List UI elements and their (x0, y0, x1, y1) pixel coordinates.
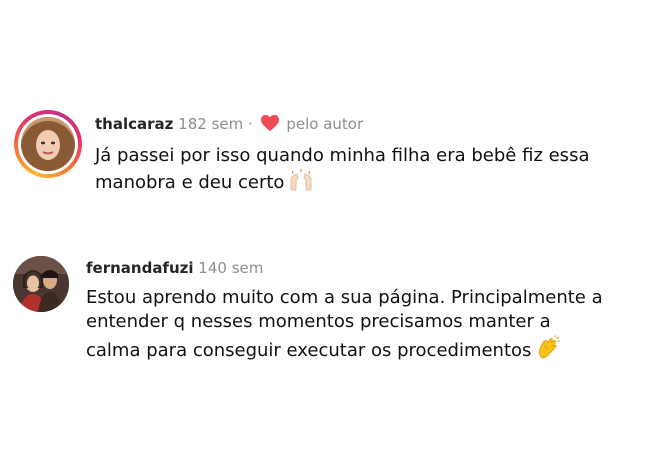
heart-icon (260, 114, 280, 137)
liked-by-author-label: pelo autor (286, 115, 364, 133)
comment-text-line: manobra e deu certo (95, 172, 285, 193)
comment-text-line-with-emoji: calma para conseguir executar os procedi… (86, 334, 656, 367)
comment-meta: thalcaraz 182 sem · pelo autor (95, 114, 363, 137)
comment-text-line-with-emoji: manobra e deu certo (95, 168, 655, 199)
separator-dot: · (248, 115, 253, 133)
comment-text-line: entender q nesses momentos precisamos ma… (86, 311, 551, 332)
avatar[interactable] (13, 256, 69, 312)
comment-meta: fernandafuzi 140 sem (86, 258, 263, 278)
comment-text: Estou aprendo muito com a sua página. Pr… (86, 286, 656, 367)
comment-time: 140 sem (198, 259, 264, 277)
comment-text-line: Estou aprendo muito com a sua página. Pr… (86, 287, 603, 308)
clapping-hands-icon (535, 334, 561, 367)
comment-text-line: calma para conseguir executar os procedi… (86, 340, 532, 361)
avatar[interactable] (21, 117, 75, 171)
comment-time: 182 sem (178, 115, 244, 133)
raising-hands-icon (288, 168, 314, 199)
comment-text: Já passei por isso quando minha filha er… (95, 144, 655, 199)
comment-text-line: Já passei por isso quando minha filha er… (95, 145, 590, 166)
username[interactable]: fernandafuzi (86, 259, 194, 277)
username[interactable]: thalcaraz (95, 115, 173, 133)
